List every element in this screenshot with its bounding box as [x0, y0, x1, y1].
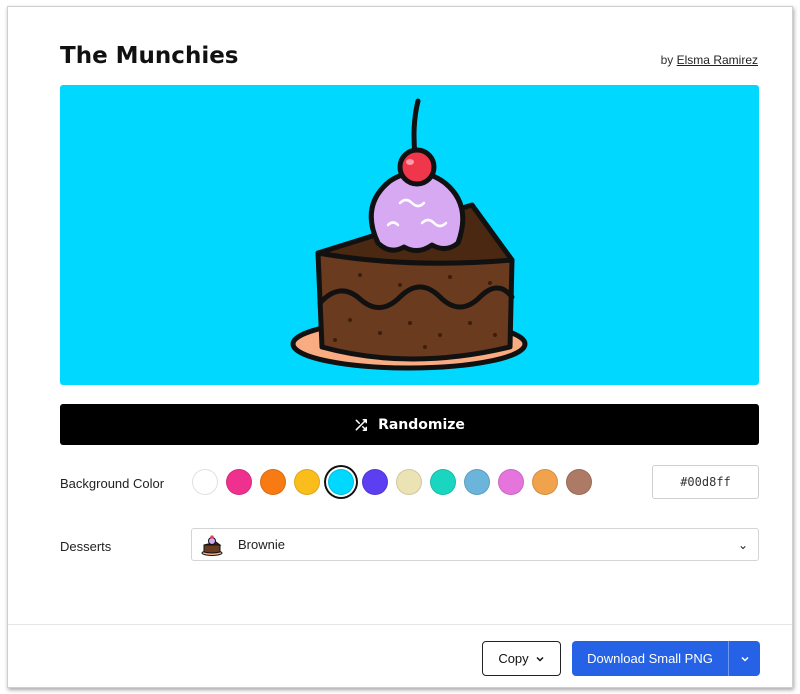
shuffle-icon [355, 418, 368, 431]
chevron-down-icon: ⌄ [737, 537, 749, 552]
desserts-label: Desserts [60, 539, 112, 554]
color-swatch[interactable] [294, 469, 320, 495]
color-swatch[interactable] [498, 469, 524, 495]
footer-divider [8, 624, 792, 625]
download-button-group: Download Small PNG [572, 641, 760, 676]
brownie-sundae-illustration [60, 85, 759, 385]
byline-prefix: by [660, 53, 674, 67]
app-frame: The Munchies by Elsma Ramirez Randomize … [7, 6, 793, 688]
color-swatch[interactable] [532, 469, 558, 495]
color-swatch[interactable] [464, 469, 490, 495]
illustration-canvas [60, 85, 759, 385]
color-swatch[interactable] [260, 469, 286, 495]
download-options-toggle[interactable] [728, 641, 760, 676]
page-title: The Munchies [60, 43, 239, 69]
copy-label: Copy [498, 651, 529, 666]
randomize-label: Randomize [378, 416, 465, 433]
byline: by Elsma Ramirez [661, 53, 758, 67]
brownie-thumbnail-icon [201, 534, 223, 556]
color-swatch[interactable] [430, 469, 456, 495]
dessert-select[interactable]: Brownie ⌄ [191, 528, 759, 561]
download-small-png-button[interactable]: Download Small PNG [572, 651, 728, 666]
color-swatch[interactable] [226, 469, 252, 495]
color-swatch[interactable] [328, 469, 354, 495]
chevron-down-icon [740, 656, 749, 662]
chevron-down-icon [536, 656, 544, 662]
copy-button[interactable]: Copy [482, 641, 561, 676]
color-swatch[interactable] [362, 469, 388, 495]
randomize-button[interactable]: Randomize [60, 404, 759, 445]
color-swatch[interactable] [192, 469, 218, 495]
color-swatch[interactable] [396, 469, 422, 495]
hex-color-input[interactable] [652, 465, 759, 499]
dessert-select-value: Brownie [238, 537, 285, 552]
author-link[interactable]: Elsma Ramirez [677, 53, 758, 67]
background-color-label: Background Color [60, 476, 165, 491]
color-swatch[interactable] [566, 469, 592, 495]
